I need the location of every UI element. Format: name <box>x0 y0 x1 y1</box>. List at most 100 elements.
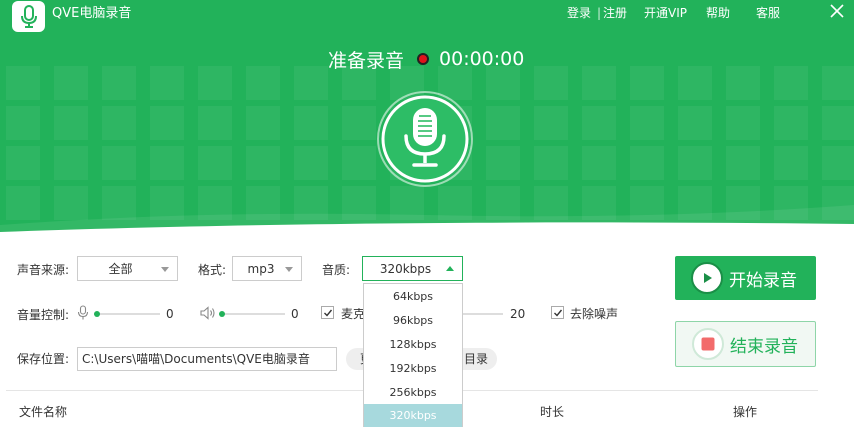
slider-handle[interactable] <box>219 311 225 317</box>
vip-link[interactable]: 开通VIP <box>644 5 687 21</box>
background-tile <box>294 66 328 100</box>
format-value: mp3 <box>247 261 275 276</box>
background-tile <box>678 66 712 100</box>
background-tile <box>198 66 232 100</box>
speaker-volume-slider[interactable] <box>219 311 285 317</box>
chevron-down-icon <box>161 267 169 272</box>
background-tile <box>534 146 568 180</box>
source-label: 声音来源: <box>17 263 70 277</box>
background-tile <box>54 66 88 100</box>
save-label: 保存位置: <box>17 352 70 366</box>
background-tile <box>54 106 88 140</box>
denoise-label: 去除噪声 <box>570 307 619 321</box>
quality-option-256[interactable]: 256kbps <box>364 381 462 405</box>
close-icon[interactable] <box>829 3 845 19</box>
col-duration: 时长 <box>540 405 565 419</box>
background-tile <box>150 146 184 180</box>
mic-check-label: 麦克 <box>341 307 366 321</box>
background-tile <box>822 146 854 180</box>
col-filename: 文件名称 <box>19 405 68 419</box>
record-timer: 00:00:00 <box>439 48 525 70</box>
microphone-icon <box>77 305 89 320</box>
quality-option-96[interactable]: 96kbps <box>364 309 462 333</box>
background-tile <box>246 146 280 180</box>
quality-option-64[interactable]: 64kbps <box>364 285 462 309</box>
stop-icon <box>692 328 724 360</box>
col-action: 操作 <box>733 405 758 419</box>
background-tile <box>582 146 616 180</box>
background-tile <box>630 106 664 140</box>
stop-record-button[interactable]: 结束录音 <box>675 321 816 367</box>
mic-checkbox[interactable] <box>321 306 334 319</box>
checkmark-icon <box>554 309 563 317</box>
background-tile <box>774 66 808 100</box>
third-volume-slider[interactable] <box>463 313 503 315</box>
speaker-volume-value: 0 <box>291 307 299 321</box>
quality-option-320[interactable]: 320kbps <box>364 404 462 427</box>
mic-volume-slider[interactable] <box>94 311 160 317</box>
quality-label: 音质: <box>322 263 351 277</box>
mic-volume-value: 0 <box>166 307 174 321</box>
background-tile <box>582 106 616 140</box>
background-tile <box>534 66 568 100</box>
source-select[interactable]: 全部 <box>77 256 178 281</box>
status-label: 准备录音 <box>328 49 405 72</box>
chevron-up-icon <box>446 266 454 271</box>
background-tile <box>294 146 328 180</box>
register-link[interactable]: 注册 <box>603 5 627 21</box>
stop-record-label: 结束录音 <box>730 336 798 357</box>
background-tile <box>486 66 520 100</box>
background-tile <box>246 66 280 100</box>
background-tile <box>150 106 184 140</box>
quality-value: 320kbps <box>379 261 432 276</box>
background-tile <box>486 146 520 180</box>
play-icon <box>691 262 723 294</box>
background-tile <box>198 146 232 180</box>
start-record-label: 开始录音 <box>729 270 797 291</box>
service-link[interactable]: 客服 <box>756 5 780 21</box>
record-microphone-icon[interactable] <box>376 90 474 188</box>
background-tile <box>774 146 808 180</box>
background-tile <box>6 66 40 100</box>
background-tile <box>726 66 760 100</box>
background-tile <box>198 106 232 140</box>
login-link[interactable]: 登录 <box>567 5 591 21</box>
background-tile <box>102 106 136 140</box>
slider-handle[interactable] <box>94 311 100 317</box>
help-link[interactable]: 帮助 <box>706 5 730 21</box>
background-tile <box>726 106 760 140</box>
speaker-icon <box>200 306 215 320</box>
save-path-input[interactable]: C:\Users\喵喵\Documents\QVE电脑录音 <box>77 347 337 371</box>
header-banner: QVE电脑录音 登录 | 注册 开通VIP 帮助 客服 准备录音 00:00:0… <box>0 0 854 232</box>
record-indicator-icon <box>417 53 430 65</box>
background-tile <box>534 106 568 140</box>
background-tile <box>822 106 854 140</box>
background-tile <box>54 146 88 180</box>
background-tile <box>678 146 712 180</box>
background-tile <box>630 146 664 180</box>
background-tile <box>726 146 760 180</box>
background-tile <box>150 66 184 100</box>
background-tile <box>774 106 808 140</box>
chevron-down-icon <box>285 267 293 272</box>
background-tile <box>822 66 854 100</box>
link-separator: | <box>597 6 602 20</box>
source-value: 全部 <box>108 262 133 276</box>
start-record-button[interactable]: 开始录音 <box>675 256 816 300</box>
quality-option-128[interactable]: 128kbps <box>364 333 462 357</box>
top-links: 登录 | 注册 开通VIP 帮助 客服 <box>0 5 854 23</box>
quality-option-192[interactable]: 192kbps <box>364 357 462 381</box>
background-tile <box>486 106 520 140</box>
background-tile <box>342 146 376 180</box>
denoise-checkbox[interactable] <box>551 306 564 319</box>
background-tile <box>102 66 136 100</box>
quality-select[interactable]: 320kbps <box>362 256 463 281</box>
background-tile <box>6 146 40 180</box>
volume-label: 音量控制: <box>17 308 70 322</box>
format-select[interactable]: mp3 <box>232 256 302 281</box>
checkmark-icon <box>324 309 333 317</box>
background-tile <box>6 106 40 140</box>
background-tile <box>582 66 616 100</box>
background-tile <box>678 106 712 140</box>
background-tile <box>630 66 664 100</box>
